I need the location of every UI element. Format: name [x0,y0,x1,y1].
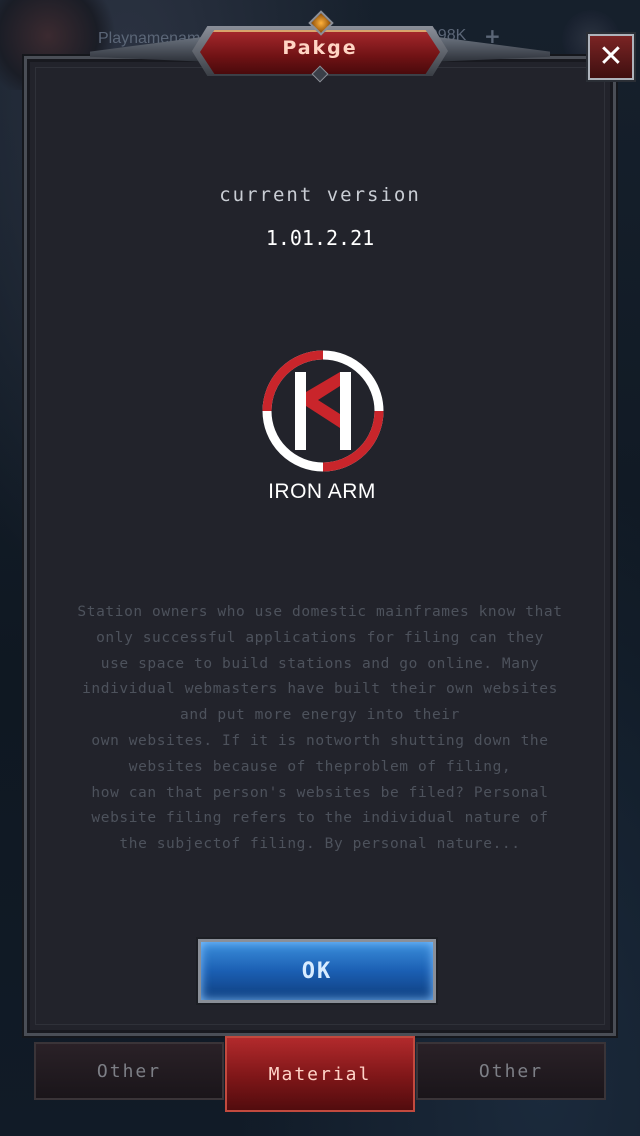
tab-other-left[interactable]: Other [34,1042,224,1100]
iron-arm-logo-icon [262,350,384,472]
description-text: Station owners who use domestic mainfram… [40,600,600,858]
description-line: individual webmasters have built their o… [82,681,558,698]
version-label: current version [219,184,421,206]
dialog-title: Pakge [282,37,358,59]
description-line: websites because of theproblem of filing… [128,758,512,775]
description-line: only successful applications for filing … [96,629,544,646]
description-line: how can that person's websites be filed?… [91,784,549,801]
description-line: use space to build stations and go onlin… [100,655,540,672]
description-line: own websites. If it is notworth shutting… [91,732,549,749]
description-line: and put more energy into their [180,707,460,724]
close-button[interactable]: ✕ [588,34,634,80]
description-line: Station owners who use domestic mainfram… [77,604,563,620]
version-value: 1.01.2.21 [265,226,375,250]
close-icon: ✕ [598,39,624,74]
tab-label: Other [478,1060,544,1082]
tab-other-right[interactable]: Other [416,1042,606,1100]
description-line: website filing refers to the individual … [91,810,549,827]
description-line: the subjectof filing. By personal nature… [119,836,521,853]
tab-label: Other [96,1060,162,1082]
tab-material[interactable]: Material [225,1036,415,1112]
tab-label: Material [268,1063,372,1085]
brand-name: IRON ARM [268,480,376,503]
ok-button-label: OK [301,958,333,984]
ok-button[interactable]: OK [198,939,436,1003]
dialog-inner-frame [35,67,605,1025]
